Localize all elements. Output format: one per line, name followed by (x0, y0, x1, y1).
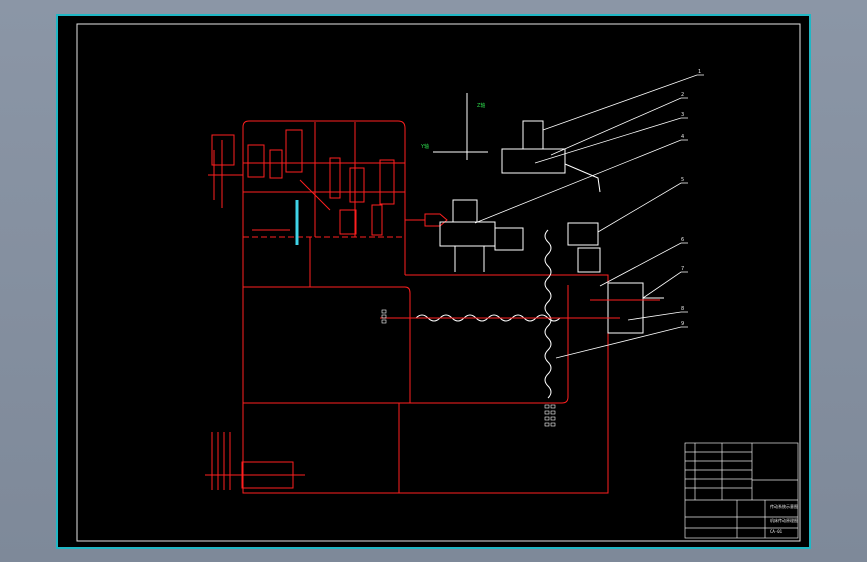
callout-5: 5 (681, 177, 684, 183)
title-block-drawing-no: CA-01 (770, 529, 783, 534)
callout-9: 9 (681, 321, 684, 327)
title-block-title: 传动系统示意图 (770, 504, 798, 509)
cad-viewport: Z轴 Y轴 1 2 3 4 5 6 7 8 9 传动系统示意图 机床传动原理图 … (0, 0, 867, 562)
callout-4: 4 (681, 134, 684, 140)
sheet-background (56, 14, 811, 549)
callout-2: 2 (681, 92, 684, 98)
callout-6: 6 (681, 237, 684, 243)
cad-drawing-canvas: Z轴 Y轴 1 2 3 4 5 6 7 8 9 (56, 14, 811, 549)
axis-label-vertical: Z轴 (477, 102, 485, 109)
callout-8: 8 (681, 306, 684, 312)
title-block-subtitle: 机床传动原理图 (770, 518, 798, 523)
callout-7: 7 (681, 266, 684, 272)
axis-label-horizontal: Y轴 (420, 143, 429, 150)
callout-1: 1 (698, 69, 701, 75)
callout-3: 3 (681, 112, 684, 118)
drawing-sheet (56, 14, 811, 549)
